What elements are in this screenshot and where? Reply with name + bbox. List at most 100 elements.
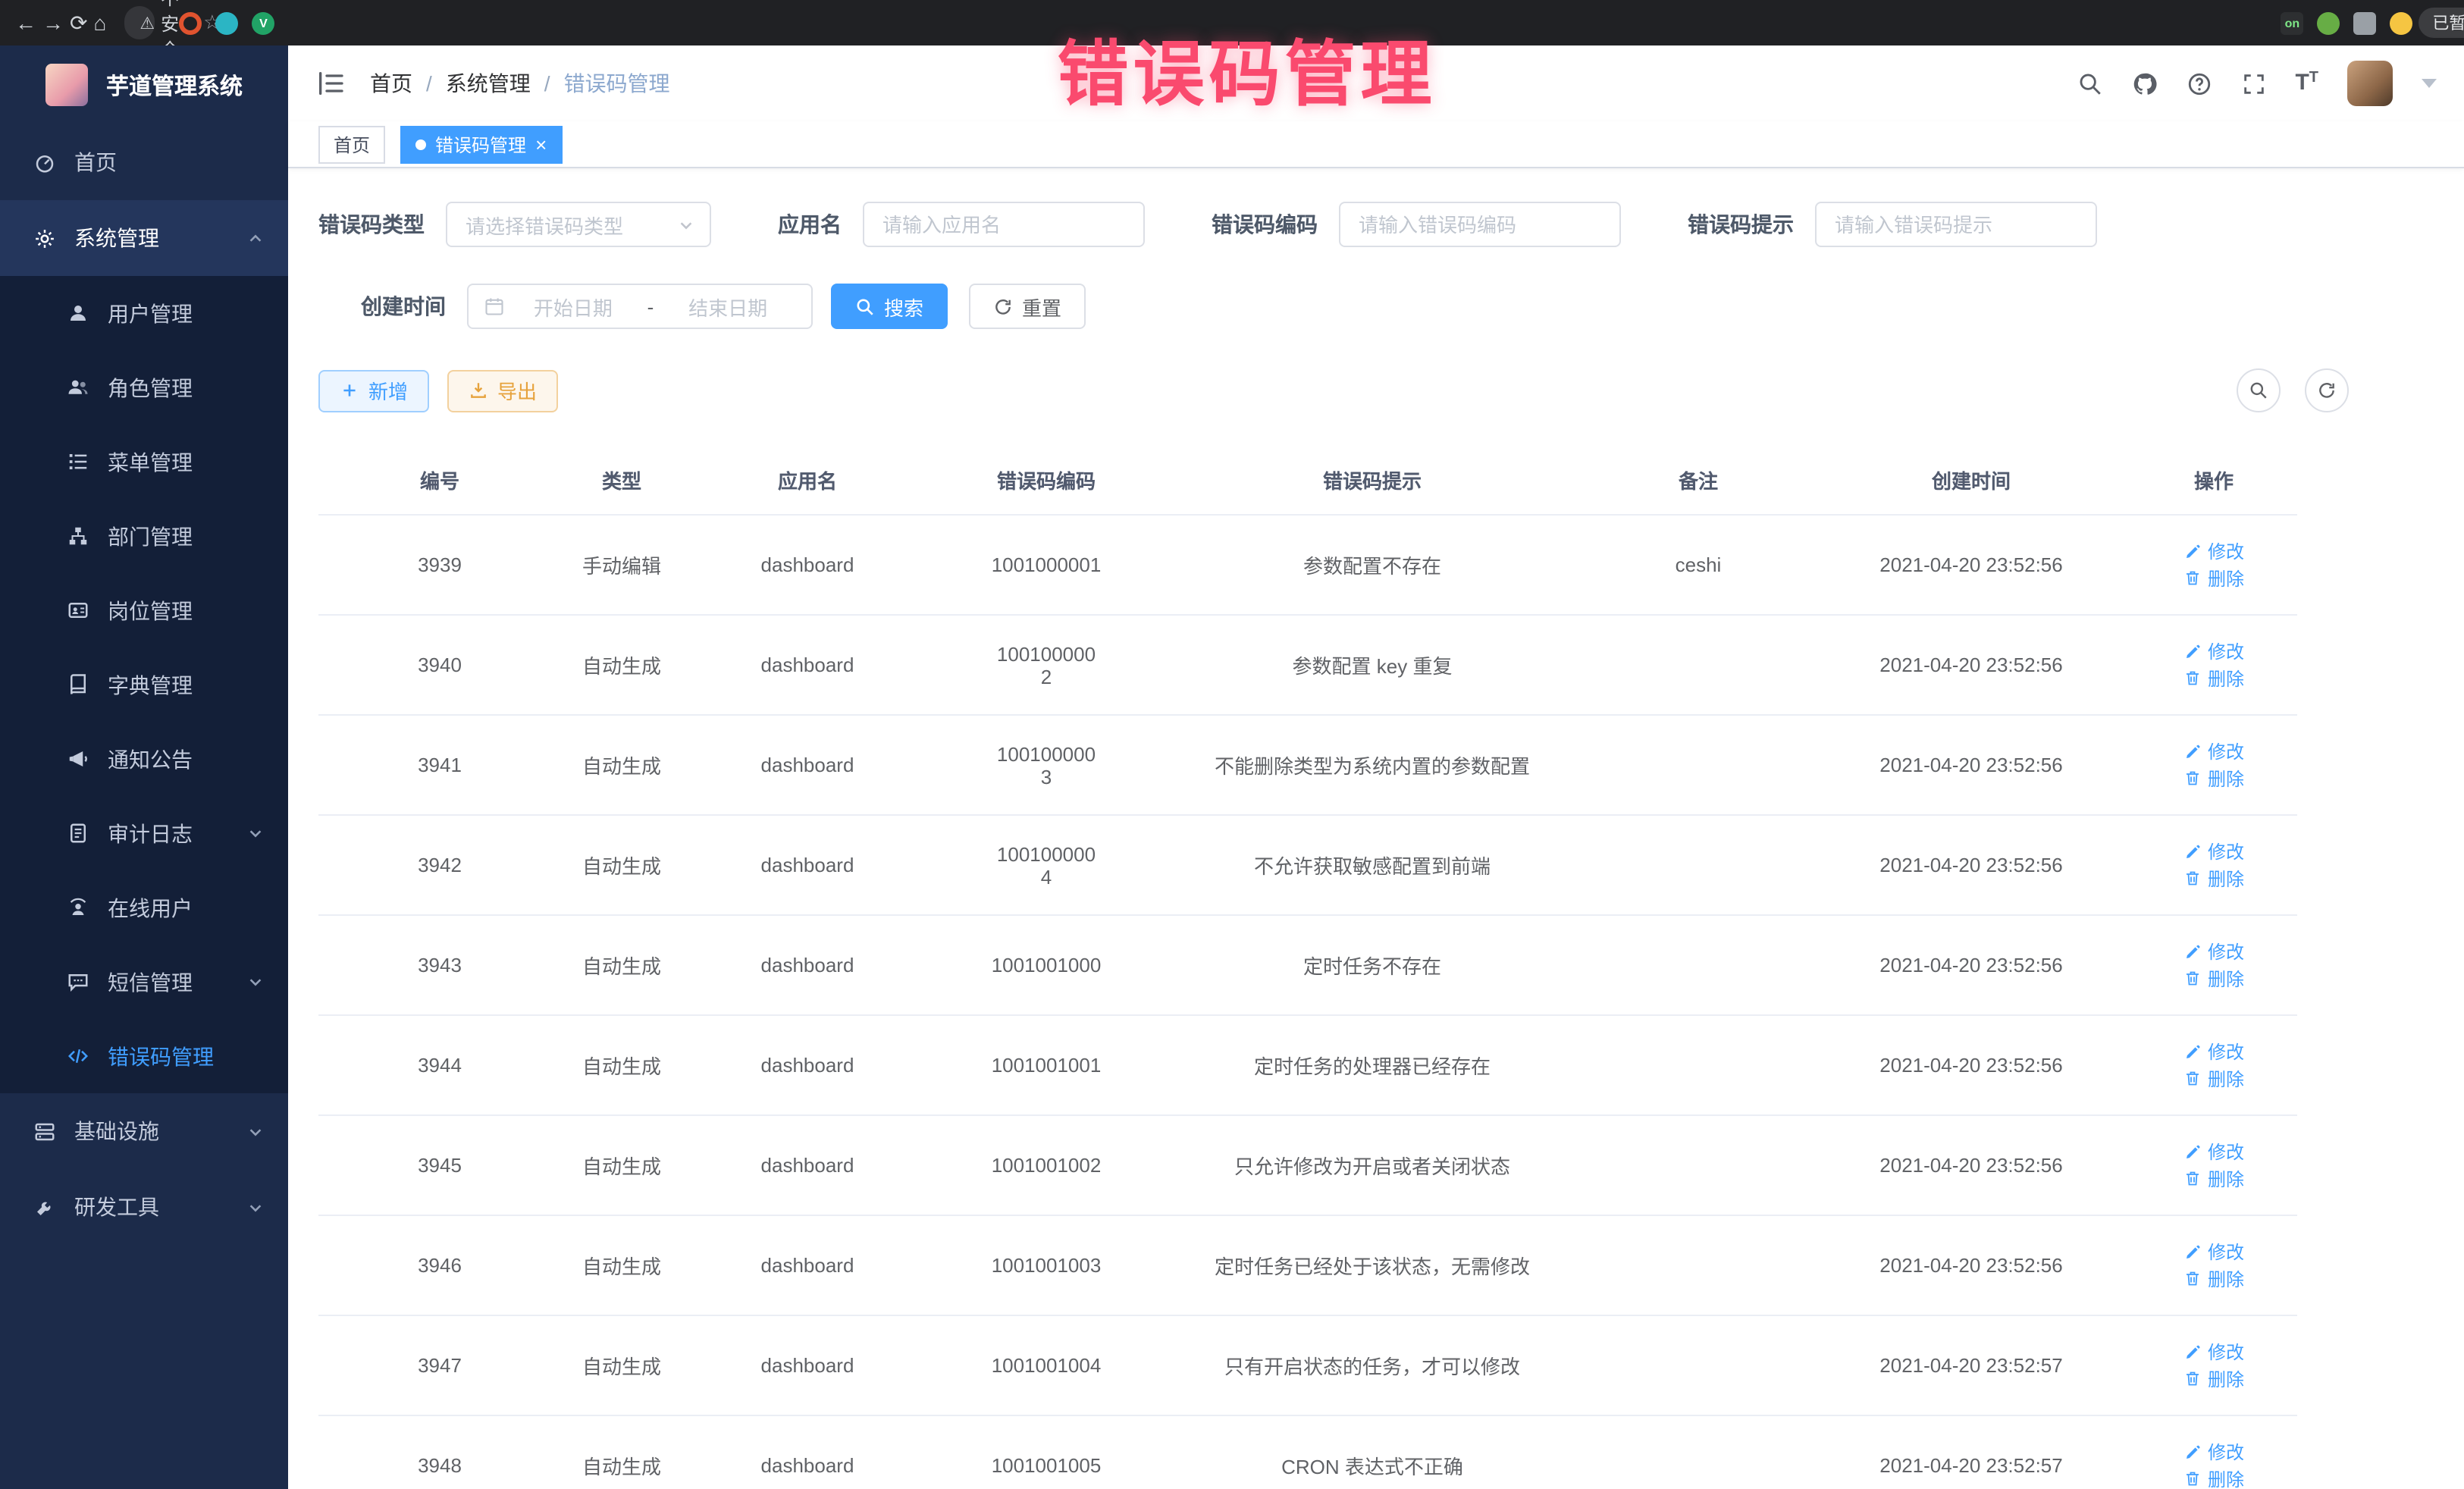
error-code-table: 编号类型应用名错误码编码错误码提示备注创建时间操作 3939 手动编辑 dash… — [318, 446, 2297, 1489]
delete-link[interactable]: 删除 — [2183, 565, 2244, 591]
browser-forward-button[interactable]: → — [42, 6, 64, 39]
delete-link[interactable]: 删除 — [2183, 1465, 2244, 1489]
error-type-select[interactable]: 请选择错误码类型 — [446, 202, 711, 247]
error-type-label: 错误码类型 — [318, 209, 425, 240]
edit-link[interactable]: 修改 — [2183, 1039, 2244, 1064]
error-code-input[interactable] — [1339, 202, 1621, 247]
delete-link[interactable]: 删除 — [2183, 1065, 2244, 1091]
column-header: 创建时间 — [1812, 446, 2130, 515]
delete-link[interactable]: 删除 — [2183, 1265, 2244, 1291]
tab-error-code[interactable]: 错误码管理 × — [400, 125, 562, 163]
help-icon[interactable] — [2186, 71, 2212, 96]
leaf-extension-icon[interactable] — [2317, 11, 2340, 34]
breadcrumb-item[interactable]: 系统管理 — [446, 68, 531, 99]
table-row: 3944 自动生成 dashboard 1001001001 定时任务的处理器已… — [318, 1015, 2297, 1115]
refresh-table-button[interactable] — [2305, 368, 2349, 412]
app-name-input[interactable] — [863, 202, 1145, 247]
cell-code: 1001001002 — [933, 1115, 1160, 1215]
warning-icon: ⚠ — [140, 13, 155, 33]
edit-link[interactable]: 修改 — [2183, 839, 2244, 864]
sidebar-item-error-code[interactable]: 错误码管理 — [0, 1019, 288, 1093]
sidebar-item-system[interactable]: 系统管理 — [0, 200, 288, 276]
cell-code: 1001001003 — [933, 1215, 1160, 1315]
menu-list-icon — [67, 450, 89, 473]
sidebar-item-dict[interactable]: 字典管理 — [0, 647, 288, 722]
reset-button[interactable]: 重置 — [969, 284, 1086, 329]
user-avatar[interactable] — [2347, 61, 2393, 106]
hamburger-menu-icon[interactable] — [315, 68, 346, 99]
cell-time: 2021-04-20 23:52:56 — [1812, 615, 2130, 715]
browser-home-button[interactable]: ⌂ — [93, 6, 106, 39]
sidebar-item-dev-tools[interactable]: 研发工具 — [0, 1169, 288, 1245]
green-v-extension-icon[interactable]: V — [252, 11, 274, 34]
sidebar-item-menu[interactable]: 菜单管理 — [0, 425, 288, 499]
edit-link[interactable]: 修改 — [2183, 538, 2244, 564]
export-button[interactable]: 导出 — [447, 369, 558, 412]
font-size-icon[interactable]: TT — [2295, 71, 2318, 96]
edit-link[interactable]: 修改 — [2183, 638, 2244, 664]
cell-app: dashboard — [682, 1215, 933, 1315]
user-icon — [67, 302, 89, 324]
browser-refresh-button[interactable]: ⟳ — [70, 6, 87, 39]
filter-form-row-2: 创建时间 开始日期 - 结束日期 搜索 重置 — [318, 284, 2434, 329]
edit-link[interactable]: 修改 — [2183, 1339, 2244, 1365]
tab-home[interactable]: 首页 — [318, 125, 385, 163]
sidebar-item-online-user[interactable]: 在线用户 — [0, 870, 288, 945]
delete-link[interactable]: 删除 — [2183, 1365, 2244, 1391]
cell-remark — [1585, 915, 1812, 1015]
puzzle-extension-icon[interactable] — [2353, 11, 2376, 34]
sidebar-item-infra[interactable]: 基础设施 — [0, 1093, 288, 1169]
breadcrumb-item[interactable]: 首页 — [370, 68, 412, 99]
cell-type: 自动生成 — [561, 615, 682, 715]
cell-app: dashboard — [682, 615, 933, 715]
sidebar-item-sms[interactable]: 短信管理 — [0, 945, 288, 1019]
sidebar-item-home[interactable]: 首页 — [0, 124, 288, 200]
cell-remark — [1585, 715, 1812, 815]
chevron-down-icon[interactable] — [2422, 79, 2437, 88]
cell-actions: 修改删除 — [2130, 1115, 2297, 1215]
navbar: 首页/系统管理/错误码管理 TT — [288, 45, 2464, 121]
delete-link[interactable]: 删除 — [2183, 865, 2244, 891]
online-user-icon — [67, 896, 89, 919]
sidebar-item-role[interactable]: 角色管理 — [0, 350, 288, 425]
reset-button-label: 重置 — [1022, 292, 1061, 321]
github-icon[interactable] — [2131, 71, 2157, 96]
red-ring-extension-icon[interactable] — [179, 11, 202, 34]
sidebar-logo[interactable]: 芋道管理系统 — [0, 45, 288, 124]
edit-link[interactable]: 修改 — [2183, 738, 2244, 764]
delete-link[interactable]: 删除 — [2183, 1165, 2244, 1191]
browser-back-button[interactable]: ← — [15, 6, 36, 39]
cell-app: dashboard — [682, 815, 933, 915]
column-header: 操作 — [2130, 446, 2297, 515]
sidebar-item-audit-log[interactable]: 审计日志 — [0, 796, 288, 870]
sidebar-item-user[interactable]: 用户管理 — [0, 276, 288, 350]
tab-label: 错误码管理 — [435, 131, 526, 157]
paused-chip[interactable]: 已暂停 — [2419, 8, 2464, 38]
edit-link[interactable]: 修改 — [2183, 939, 2244, 964]
on-badge-extension-icon[interactable]: on — [2281, 11, 2303, 34]
search-icon — [855, 296, 875, 316]
date-range-picker[interactable]: 开始日期 - 结束日期 — [467, 284, 813, 329]
teal-extension-icon[interactable] — [215, 11, 238, 34]
show-search-toggle-button[interactable] — [2237, 368, 2281, 412]
search-button[interactable]: 搜索 — [831, 284, 948, 329]
sidebar-item-notice[interactable]: 通知公告 — [0, 722, 288, 796]
add-button[interactable]: 新增 — [318, 369, 429, 412]
edit-link[interactable]: 修改 — [2183, 1139, 2244, 1165]
cell-app: dashboard — [682, 515, 933, 615]
fullscreen-icon[interactable] — [2240, 71, 2266, 96]
delete-link[interactable]: 删除 — [2183, 665, 2244, 691]
tab-close-icon[interactable]: × — [535, 134, 547, 154]
edit-link[interactable]: 修改 — [2183, 1239, 2244, 1265]
sidebar-item-dept[interactable]: 部门管理 — [0, 499, 288, 573]
delete-link[interactable]: 删除 — [2183, 965, 2244, 991]
sidebar-item-post[interactable]: 岗位管理 — [0, 573, 288, 647]
delete-link[interactable]: 删除 — [2183, 765, 2244, 791]
address-bar[interactable]: ⚠ 不安全 dashboard.yudao.iocoder.cn/system/… — [124, 6, 155, 39]
cell-id: 3946 — [318, 1215, 561, 1315]
edit-link[interactable]: 修改 — [2183, 1439, 2244, 1465]
emoji-extension-icon[interactable] — [2390, 11, 2412, 34]
error-hint-input[interactable] — [1815, 202, 2097, 247]
search-icon[interactable] — [2077, 71, 2102, 96]
chevron-down-icon — [247, 1199, 264, 1215]
